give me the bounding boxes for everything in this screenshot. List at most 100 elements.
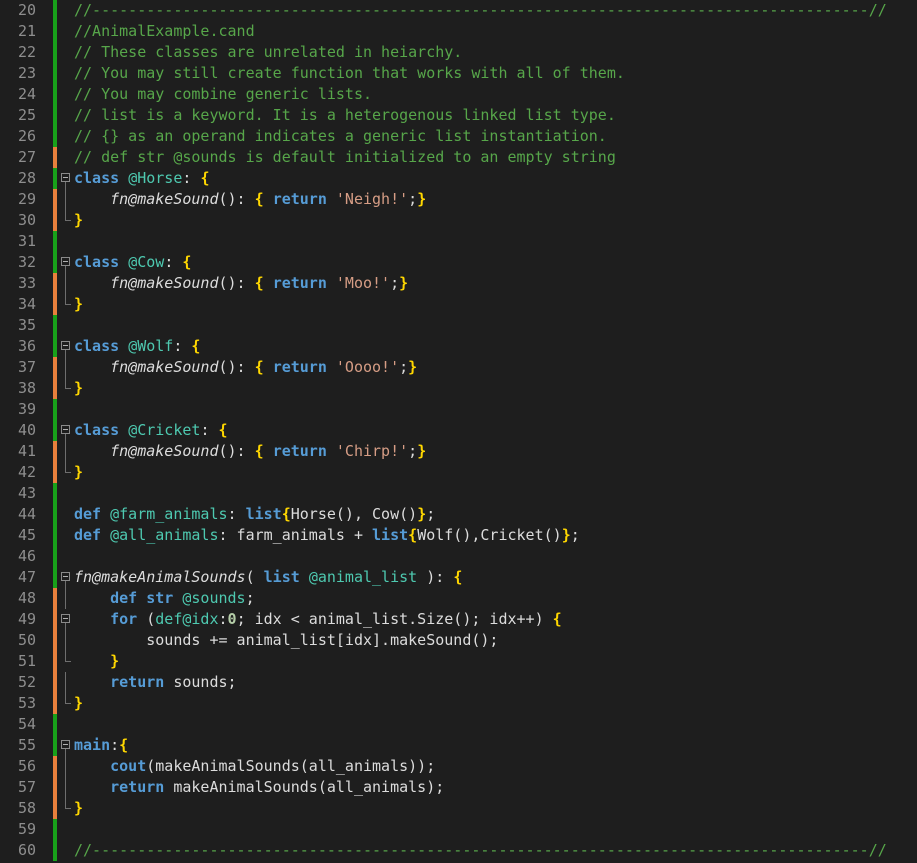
- code-line[interactable]: 27 // def str @sounds is default initiali…: [0, 147, 917, 168]
- code-line[interactable]: 60 //------------------------------------…: [0, 840, 917, 861]
- code-text[interactable]: }: [74, 651, 119, 672]
- code-text[interactable]: class @Cricket: {: [74, 420, 228, 441]
- code-line[interactable]: 49 for (def@idx:0; idx < animal_list.Siz…: [0, 609, 917, 630]
- code-text[interactable]: fn@makeSound(): { return 'Neigh!';}: [74, 189, 426, 210]
- line-number: 40: [17, 421, 36, 439]
- code-token: def@idx: [155, 610, 219, 628]
- code-line[interactable]: 28 class @Horse: {: [0, 168, 917, 189]
- code-line[interactable]: 20 //------------------------------------…: [0, 0, 917, 21]
- code-line[interactable]: 47 fn@makeAnimalSounds( list @animal_list…: [0, 567, 917, 588]
- code-line[interactable]: 56 cout(makeAnimalSounds(all_animals));: [0, 756, 917, 777]
- code-line[interactable]: 57 return makeAnimalSounds(all_animals);: [0, 777, 917, 798]
- line-number: 60: [17, 841, 36, 859]
- unsaved-change-marker: [53, 693, 57, 714]
- code-text[interactable]: cout(makeAnimalSounds(all_animals));: [74, 756, 435, 777]
- code-line[interactable]: 31: [0, 231, 917, 252]
- code-token: :: [218, 610, 228, 628]
- code-line[interactable]: 39: [0, 399, 917, 420]
- code-line[interactable]: 42}: [0, 462, 917, 483]
- code-token: class: [74, 253, 120, 271]
- code-text[interactable]: fn@makeSound(): { return 'Moo!';}: [74, 273, 408, 294]
- code-line[interactable]: 51 }: [0, 651, 917, 672]
- saved-change-marker: [53, 105, 57, 126]
- code-line[interactable]: 33 fn@makeSound(): { return 'Moo!';}: [0, 273, 917, 294]
- code-text[interactable]: for (def@idx:0; idx < animal_list.Size()…: [74, 609, 562, 630]
- code-text[interactable]: }: [74, 462, 83, 483]
- code-text[interactable]: class @Cow: {: [74, 252, 191, 273]
- code-line[interactable]: 32 class @Cow: {: [0, 252, 917, 273]
- code-line[interactable]: 24 // You may combine generic lists.: [0, 84, 917, 105]
- code-text[interactable]: class @Horse: {: [74, 168, 209, 189]
- code-text[interactable]: fn@makeSound(): { return 'Chirp!';}: [74, 441, 426, 462]
- code-text[interactable]: def @farm_animals: list{Horse(), Cow()};: [74, 504, 435, 525]
- code-line[interactable]: 25 // list is a keyword. It is a heteroge…: [0, 105, 917, 126]
- code-line[interactable]: 59: [0, 819, 917, 840]
- code-line[interactable]: 46: [0, 546, 917, 567]
- code-line[interactable]: 43: [0, 483, 917, 504]
- code-text[interactable]: return makeAnimalSounds(all_animals);: [74, 777, 444, 798]
- code-text[interactable]: def @all_animals: farm_animals + list{Wo…: [74, 525, 580, 546]
- code-text[interactable]: }: [74, 294, 83, 315]
- code-line[interactable]: 34}: [0, 294, 917, 315]
- code-text[interactable]: //AnimalExample.cand: [74, 21, 255, 42]
- code-text[interactable]: // {} as an operand indicates a generic …: [74, 126, 607, 147]
- code-line[interactable]: 38}: [0, 378, 917, 399]
- code-text[interactable]: //--------------------------------------…: [74, 0, 887, 21]
- code-text[interactable]: }: [74, 378, 83, 399]
- code-line[interactable]: 41 fn@makeSound(): { return 'Chirp!';}: [0, 441, 917, 462]
- code-line[interactable]: 55 main:{: [0, 735, 917, 756]
- code-line[interactable]: 37 fn@makeSound(): { return 'Oooo!';}: [0, 357, 917, 378]
- fold-guide: [61, 756, 72, 777]
- line-number: 20: [17, 1, 36, 19]
- code-line[interactable]: 36 class @Wolf: {: [0, 336, 917, 357]
- code-line[interactable]: 35: [0, 315, 917, 336]
- collapse-region-icon[interactable]: [61, 567, 72, 588]
- code-text[interactable]: // You may combine generic lists.: [74, 84, 372, 105]
- code-line[interactable]: 44 def @farm_animals: list{Horse(), Cow()…: [0, 504, 917, 525]
- code-text[interactable]: class @Wolf: {: [74, 336, 200, 357]
- code-line[interactable]: 26 // {} as an operand indicates a generi…: [0, 126, 917, 147]
- code-line[interactable]: 22 // These classes are unrelated in heia…: [0, 42, 917, 63]
- code-text[interactable]: // list is a keyword. It is a heterogeno…: [74, 105, 616, 126]
- collapse-region-icon[interactable]: [61, 735, 72, 756]
- collapse-region-icon[interactable]: [61, 252, 72, 273]
- code-line[interactable]: 29 fn@makeSound(): { return 'Neigh!';}: [0, 189, 917, 210]
- code-line[interactable]: 48 def str @sounds;: [0, 588, 917, 609]
- code-line[interactable]: 45 def @all_animals: farm_animals + list{…: [0, 525, 917, 546]
- code-line[interactable]: 23 // You may still create function that …: [0, 63, 917, 84]
- code-line[interactable]: 50 sounds += animal_list[idx].makeSound(…: [0, 630, 917, 651]
- code-text[interactable]: }: [74, 693, 83, 714]
- line-number: 43: [17, 484, 36, 502]
- fold-guide-end: [61, 378, 72, 399]
- line-number: 32: [17, 253, 36, 271]
- code-line[interactable]: 53}: [0, 693, 917, 714]
- line-number: 22: [17, 43, 36, 61]
- code-text[interactable]: // You may still create function that wo…: [74, 63, 625, 84]
- code-text[interactable]: //--------------------------------------…: [74, 840, 887, 861]
- code-line[interactable]: 54: [0, 714, 917, 735]
- code-line[interactable]: 21 //AnimalExample.cand: [0, 21, 917, 42]
- code-editor[interactable]: 20 //------------------------------------…: [0, 0, 917, 863]
- unsaved-change-marker: [53, 273, 57, 294]
- code-text[interactable]: sounds += animal_list[idx].makeSound();: [74, 630, 498, 651]
- code-line[interactable]: 30}: [0, 210, 917, 231]
- code-text[interactable]: }: [74, 210, 83, 231]
- code-line[interactable]: 40 class @Cricket: {: [0, 420, 917, 441]
- collapse-region-icon[interactable]: [61, 609, 72, 630]
- code-text[interactable]: fn@makeAnimalSounds( list @animal_list )…: [74, 567, 462, 588]
- code-line[interactable]: 58}: [0, 798, 917, 819]
- collapse-region-icon[interactable]: [61, 168, 72, 189]
- code-token: sounds;: [164, 673, 237, 691]
- code-text[interactable]: // These classes are unrelated in heiarc…: [74, 42, 462, 63]
- saved-change-marker: [53, 0, 57, 21]
- code-text[interactable]: fn@makeSound(): { return 'Oooo!';}: [74, 357, 417, 378]
- code-text[interactable]: }: [74, 798, 83, 819]
- code-text[interactable]: // def str @sounds is default initialize…: [74, 147, 616, 168]
- code-line[interactable]: 52 return sounds;: [0, 672, 917, 693]
- code-text[interactable]: def str @sounds;: [74, 588, 255, 609]
- code-text[interactable]: main:{: [74, 735, 128, 756]
- collapse-region-icon[interactable]: [61, 420, 72, 441]
- collapse-region-icon[interactable]: [61, 336, 72, 357]
- code-text[interactable]: return sounds;: [74, 672, 237, 693]
